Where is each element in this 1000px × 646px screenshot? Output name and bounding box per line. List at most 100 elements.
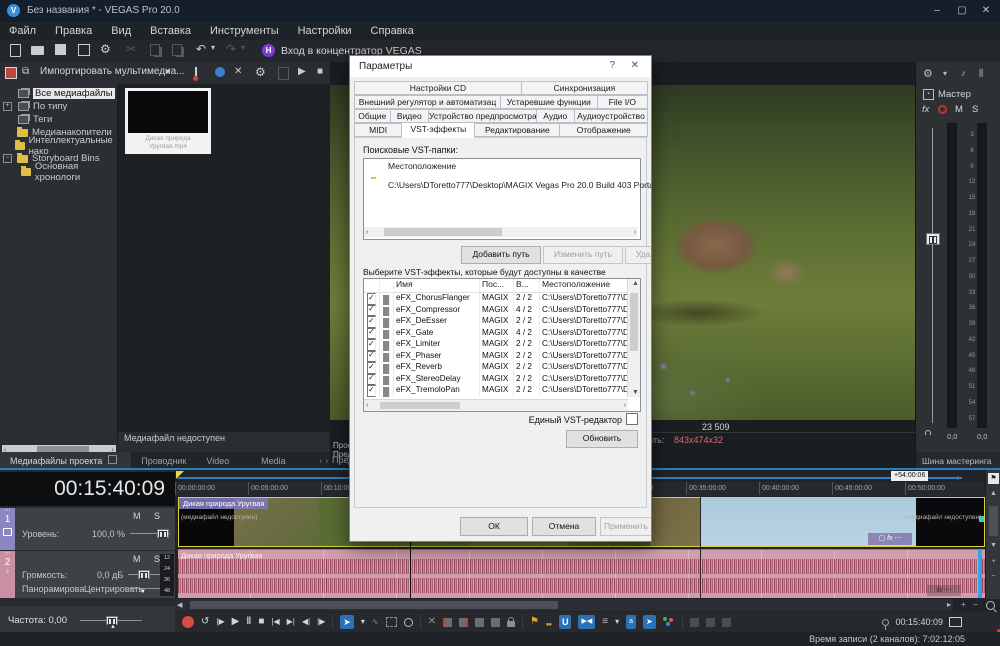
video-track-tab[interactable]: ⋯ 1 [0,508,15,550]
effect-enabled-checkbox[interactable] [367,328,376,340]
audio-track-mute-button[interactable]: M [133,554,141,564]
loop-length-badge[interactable]: +54:00:06 [891,471,928,481]
tab-audio[interactable]: Аудио [536,109,575,123]
audio-clip-buttons[interactable]: fx ⋯ [927,585,961,596]
tree-item-main-timeline[interactable]: Основная хронологи [0,165,117,178]
audio-track-header[interactable]: ⋯ 2 ♪ M S Громкость: 0,0 дБ Панорамирова… [0,551,175,598]
effect-enabled-checkbox[interactable] [367,351,376,363]
tab-audio-device[interactable]: Аудиоустройство [574,109,648,123]
effect-enabled-checkbox[interactable] [367,316,376,328]
zoom-edit-tool-icon[interactable] [404,618,413,627]
ripple-dropdown-icon[interactable]: ▾ [615,615,619,629]
effect-enabled-checkbox[interactable] [367,305,376,317]
scroll-right-icon[interactable]: ▸ [947,599,951,611]
scroll-left-icon[interactable]: ◀ [175,601,184,609]
video-clip-buttons[interactable]: ▢ fx ⋯ [868,533,912,545]
zoom-out-track-icon[interactable]: − [986,573,1000,580]
record-button[interactable] [182,616,194,628]
color-markers-icon[interactable] [663,617,675,627]
title-bar[interactable]: V Без названия * - VEGAS Pro 20.0 – ▢ ✕ [0,0,1000,22]
tab-display[interactable]: Отображение [559,123,648,137]
master-mute-button[interactable]: M [955,104,963,115]
tree-item-smart-bins[interactable]: Интеллектуальные нако [0,139,117,152]
expand-icon[interactable]: + [3,102,12,111]
vst-effect-row[interactable]: eFX_StereoDelay MAGIX 2 / 2 C:\Users\DTo… [364,374,640,386]
tool-dropdown-icon[interactable]: ▾ [361,615,365,629]
project-properties-gear-icon[interactable]: ⚙ [100,42,111,56]
vst-effect-row[interactable]: eFX_ChorusFlanger MAGIX 2 / 2 C:\Users\D… [364,293,640,305]
play-from-start-icon[interactable]: |▶ [216,615,224,629]
tree-item-by-type[interactable]: + По типу [0,100,117,113]
effects-table-header[interactable]: Имя Пос... В... Местоположение [364,279,640,293]
dialog-help-button[interactable]: ? [609,60,615,71]
marker-tool-icon[interactable]: ⚑ [988,473,999,484]
volume-value[interactable]: 0,0 дБ [97,570,123,580]
vegas-hub-icon[interactable]: H [262,44,275,57]
effect-enabled-checkbox[interactable] [367,362,376,374]
vst-effects-table[interactable]: Имя Пос... В... Местоположение eFX_Choru… [363,278,641,412]
mixer-speaker-icon[interactable]: ♪ [961,68,966,78]
vst-effect-row[interactable]: eFX_Reverb MAGIX 2 / 2 C:\Users\DToretto… [364,362,640,374]
go-to-start-icon[interactable]: |◀ [271,615,279,629]
undo-icon[interactable]: ↶ [196,42,206,56]
vst-effect-row[interactable]: eFX_Compressor MAGIX 4 / 2 C:\Users\DTor… [364,305,640,317]
import-media-button[interactable]: Импортировать мультимедиа... [40,66,185,77]
scroll-up-icon[interactable]: ▲ [986,490,1000,497]
lock-envelopes-icon[interactable] [507,621,515,627]
menu-item[interactable]: Вставка [150,25,191,37]
tab-midi[interactable]: MIDI [354,123,402,137]
menu-item[interactable]: Правка [55,25,92,37]
tab-sync[interactable]: Синхронизация [521,81,648,95]
ignore-event-grouping-toggle[interactable]: a [626,615,636,629]
master-fx-button[interactable]: fx [922,104,929,115]
folders-horizontal-scrollbar[interactable]: ‹ › [364,227,638,237]
capture-video-icon[interactable] [195,67,197,80]
tab-vst-effects[interactable]: VST-эффекты [401,122,475,138]
undo-dropdown-icon[interactable]: ▾ [211,43,215,52]
video-track-mute-button[interactable]: M [133,511,141,521]
volume-slider-handle[interactable] [138,570,150,579]
master-fader-track[interactable] [932,128,933,423]
preview-play-icon[interactable]: ▶ [298,66,306,77]
dialog-title-bar[interactable]: Параметры ? ✕ [350,56,651,77]
tab-cd-settings[interactable]: Настройки CD [354,81,522,95]
vertical-scrollbar-thumb[interactable] [989,506,998,536]
vst-effect-row[interactable]: eFX_Gate MAGIX 4 / 2 C:\Users\DToretto77… [364,328,640,340]
refresh-button[interactable]: Обновить [566,430,638,448]
save-icon[interactable] [55,44,66,55]
ok-button[interactable]: ОК [460,517,528,536]
zoom-in-track-icon[interactable]: + [986,558,1000,565]
loop-playback-icon[interactable]: ↺ [201,615,209,629]
add-path-button[interactable]: Добавить путь [461,246,541,264]
effect-enabled-checkbox[interactable] [367,339,376,351]
media-properties-gear-icon[interactable]: ⚙ [255,65,266,79]
cancel-button[interactable]: Отмена [532,517,596,536]
get-media-web-icon[interactable] [215,67,225,77]
play-icon[interactable]: ▶ [232,615,240,629]
scrollbar-thumb[interactable] [190,601,558,609]
record-arm-icon[interactable] [938,105,947,114]
effect-enabled-checkbox[interactable] [367,293,376,305]
new-project-icon[interactable] [10,44,21,57]
cursor-position-time[interactable]: 00:15:40:09 [895,617,943,627]
effect-enabled-checkbox[interactable] [367,374,376,386]
tab-deprecated[interactable]: Устаревшие функции [500,95,598,109]
vst-effect-row[interactable]: eFX_TremoloPan MAGIX 2 / 2 C:\Users\DTor… [364,385,640,397]
mixer-downmix-icon[interactable]: ▾ [943,69,947,78]
insert-marker-icon[interactable]: ⚑ [530,615,539,629]
effects-horizontal-scrollbar[interactable]: ‹ › [364,399,628,411]
go-to-end-icon[interactable]: ▶| [287,615,295,629]
normal-edit-tool-toggle[interactable]: ➤ [643,615,656,629]
vst-effect-row[interactable]: eFX_DeEsser MAGIX 2 / 2 C:\Users\DTorett… [364,316,640,328]
effects-vertical-scrollbar[interactable]: ▲ ▼ [627,279,640,397]
scrollbar-thumb[interactable] [380,402,460,409]
scroll-down-icon[interactable]: ▼ [630,389,641,396]
dialog-close-button[interactable]: ✕ [631,60,639,71]
video-track-solo-button[interactable]: S [154,511,160,521]
zoom-tool-icon[interactable] [986,601,995,610]
master-solo-button[interactable]: S [972,104,978,115]
float-icon[interactable] [108,455,117,464]
properties-window-icon[interactable] [78,44,90,56]
master-fader-handle[interactable] [926,233,940,245]
vst-effect-row[interactable]: eFX_Limiter MAGIX 2 / 2 C:\Users\DTorett… [364,339,640,351]
